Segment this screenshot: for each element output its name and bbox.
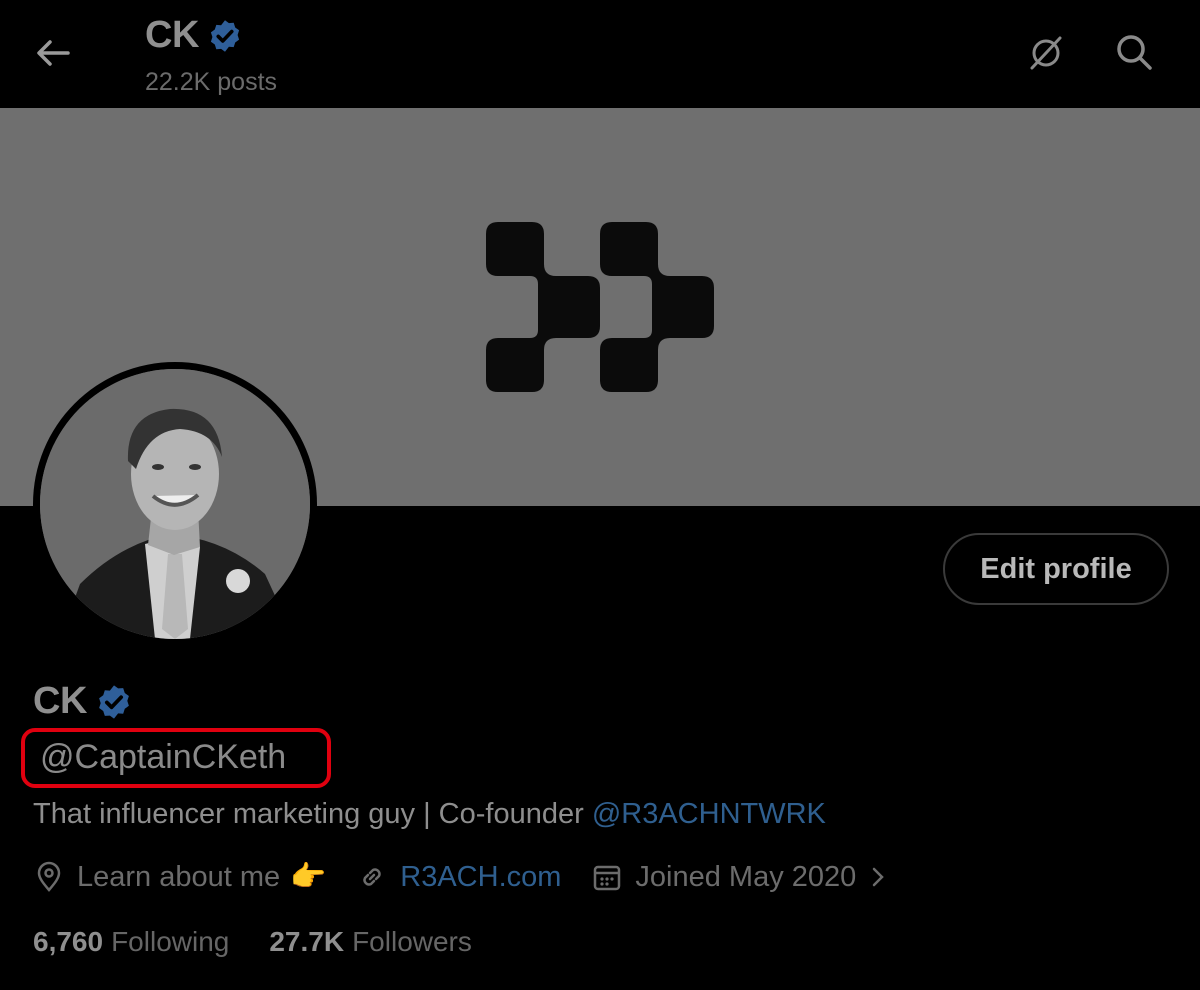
pointing-emoji: 👉 <box>290 861 327 893</box>
link-icon <box>363 868 381 886</box>
top-bar: CK 22.2K posts <box>0 0 1200 108</box>
website-item: R3ACH.com <box>356 861 561 894</box>
location-item: Learn about me 👉 <box>33 860 326 894</box>
avatar[interactable] <box>33 362 317 646</box>
search-icon[interactable] <box>1112 30 1156 74</box>
edit-profile-button[interactable]: Edit profile <box>943 533 1169 605</box>
followers-label[interactable]: Followers <box>352 926 472 958</box>
header-post-count: 22.2K posts <box>145 68 278 96</box>
location-text: Learn about me <box>77 860 281 893</box>
header-title: CK <box>145 14 243 57</box>
location-pin-icon <box>37 861 61 892</box>
verified-badge-icon <box>210 19 239 52</box>
profile-photo <box>40 369 310 639</box>
bio-text: That influencer marketing guy | Co-found… <box>33 798 592 830</box>
profile-bio: That influencer marketing guy | Co-found… <box>33 798 826 831</box>
website-link[interactable]: R3ACH.com <box>400 861 561 894</box>
following-count[interactable]: 6,760 <box>33 926 103 958</box>
profile-name-row: CK <box>33 680 133 723</box>
back-arrow-icon[interactable] <box>30 30 76 76</box>
joined-text: Joined May 2020 <box>635 860 857 893</box>
verified-badge-icon <box>99 684 129 719</box>
r3ach-logo-icon <box>486 222 714 392</box>
joined-item[interactable]: Joined May 2020 <box>591 861 890 894</box>
chevron-right-icon <box>873 867 885 887</box>
profile-meta: Learn about me 👉 R3ACH.com Joined May 20… <box>33 860 890 894</box>
profile-name: CK <box>33 680 87 722</box>
following-label[interactable]: Following <box>111 926 229 958</box>
followers-count[interactable]: 27.7K <box>269 926 344 958</box>
header-name: CK <box>145 14 199 56</box>
calendar-icon <box>594 865 621 891</box>
grok-icon[interactable] <box>1024 30 1068 74</box>
profile-handle: @CaptainCKeth <box>40 738 287 776</box>
profile-stats: 6,760 Following 27.7K Followers <box>33 926 472 958</box>
bio-mention-link[interactable]: @R3ACHNTWRK <box>592 798 826 830</box>
